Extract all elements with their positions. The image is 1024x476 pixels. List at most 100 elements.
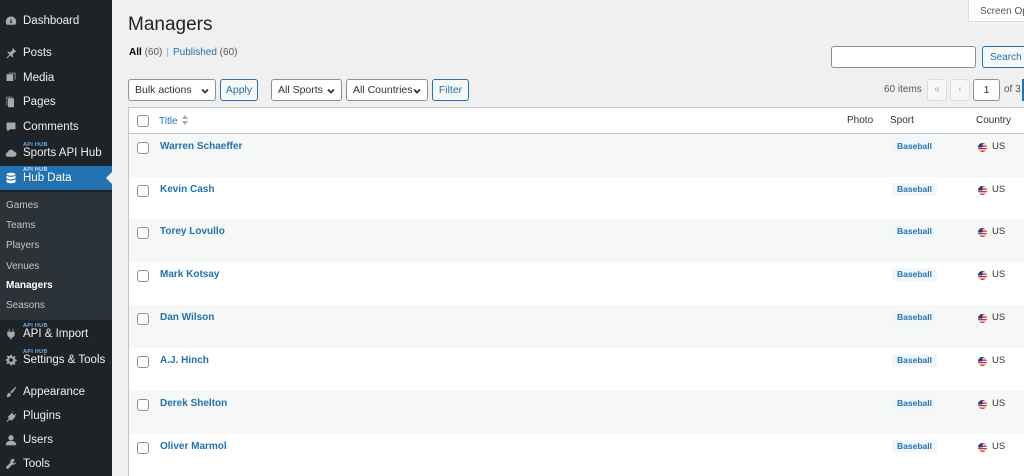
- submenu-item-managers[interactable]: Managers: [6, 280, 53, 291]
- select-all-checkbox[interactable]: [137, 115, 149, 127]
- menu-item-appearance[interactable]: Appearance: [0, 380, 112, 404]
- plug-icon: [5, 328, 17, 340]
- menu-item-users[interactable]: Users: [0, 428, 112, 452]
- sport-badge: Baseball: [892, 183, 937, 196]
- table-header: Title Photo Sport Country: [129, 108, 1024, 134]
- menu-label: Dashboard: [23, 15, 80, 27]
- search-input[interactable]: [831, 46, 976, 68]
- filter-all[interactable]: All (60): [129, 47, 162, 58]
- bulk-actions-value: Bulk actions: [135, 84, 192, 96]
- table-row: Derek Shelton Baseball US: [129, 391, 1024, 434]
- apply-button[interactable]: Apply: [220, 79, 258, 101]
- menu-item-dashboard[interactable]: Dashboard: [0, 9, 112, 33]
- screen-options-button[interactable]: Screen Op: [968, 0, 1024, 22]
- menu-label: Media: [23, 72, 55, 84]
- us-flag-icon: [978, 357, 987, 366]
- us-flag-icon: [978, 443, 987, 452]
- country-code: US: [992, 398, 1006, 409]
- us-flag-icon: [978, 314, 987, 323]
- table-row: Torey Lovullo Baseball US: [129, 219, 1024, 262]
- table-row: Oliver Marmol Baseball US: [129, 434, 1024, 476]
- table-row: Mark Kotsay Baseball US: [129, 262, 1024, 305]
- row-title-link[interactable]: A.J. Hinch: [160, 355, 209, 366]
- country-code: US: [992, 269, 1006, 280]
- row-checkbox[interactable]: [137, 142, 149, 154]
- dashboard-icon: [5, 15, 17, 27]
- row-checkbox[interactable]: [137, 270, 149, 282]
- menu-label: Tools: [23, 458, 50, 470]
- menu-item-settings-tools[interactable]: API HUB Settings & Tools: [0, 348, 112, 372]
- menu-label: Sports API Hub: [23, 147, 102, 159]
- submenu-item-players[interactable]: Players: [6, 240, 39, 251]
- menu-item-hub-data[interactable]: API HUB Hub Data: [0, 166, 112, 190]
- us-flag-icon: [978, 143, 987, 152]
- submenu-item-games[interactable]: Games: [6, 200, 38, 211]
- menu-item-plugins[interactable]: Plugins: [0, 404, 112, 428]
- menu-item-sports-api-hub[interactable]: API HUB Sports API Hub: [0, 141, 112, 165]
- menu-item-media[interactable]: Media: [0, 66, 112, 90]
- search-button[interactable]: Search M: [982, 46, 1024, 68]
- sort-icon: [181, 115, 189, 125]
- first-page-button: «: [927, 79, 947, 101]
- us-flag-icon: [978, 228, 987, 237]
- api-hub-tag: API HUB: [23, 349, 48, 355]
- sport-badge: Baseball: [892, 397, 937, 410]
- menu-item-tools[interactable]: Tools: [0, 452, 112, 476]
- admin-sidebar: Dashboard Posts Media Pages Comments API…: [0, 0, 112, 476]
- menu-item-comments[interactable]: Comments: [0, 115, 112, 139]
- table-row: Dan Wilson Baseball US: [129, 305, 1024, 348]
- comments-icon: [5, 121, 17, 133]
- row-title-link[interactable]: Torey Lovullo: [160, 226, 225, 237]
- gear-icon: [5, 354, 17, 366]
- menu-label: Posts: [23, 47, 52, 59]
- country-code: US: [992, 226, 1006, 237]
- menu-item-api-import[interactable]: API HUB API & Import: [0, 322, 112, 346]
- filter-published-count: (60): [219, 47, 238, 58]
- filter-published[interactable]: Published (60): [173, 47, 238, 58]
- filter-all-count: (60): [144, 47, 163, 58]
- menu-label: Users: [23, 434, 54, 446]
- submenu-item-teams[interactable]: Teams: [6, 220, 35, 231]
- submenu-item-venues[interactable]: Venues: [6, 261, 39, 272]
- filter-button[interactable]: Filter: [432, 79, 469, 101]
- row-checkbox[interactable]: [137, 313, 149, 325]
- country-code: US: [992, 355, 1006, 366]
- row-checkbox[interactable]: [137, 442, 149, 454]
- row-title-link[interactable]: Derek Shelton: [160, 398, 227, 409]
- table-row: A.J. Hinch Baseball US: [129, 348, 1024, 391]
- submenu-item-seasons[interactable]: Seasons: [6, 300, 45, 311]
- chevron-down-icon: [412, 86, 422, 96]
- row-title-link[interactable]: Kevin Cash: [160, 184, 214, 195]
- menu-item-posts[interactable]: Posts: [0, 41, 112, 65]
- filter-separator: |: [166, 47, 169, 58]
- sport-badge: Baseball: [892, 268, 937, 281]
- users-icon: [5, 434, 17, 446]
- us-flag-icon: [978, 400, 987, 409]
- row-checkbox[interactable]: [137, 356, 149, 368]
- media-icon: [5, 72, 17, 84]
- api-hub-tag: API HUB: [23, 167, 48, 173]
- row-checkbox[interactable]: [137, 227, 149, 239]
- sport-badge: Baseball: [892, 140, 937, 153]
- sports-filter-select[interactable]: All Sports: [271, 79, 342, 101]
- column-sport: Sport: [890, 115, 914, 126]
- column-title[interactable]: Title: [159, 115, 189, 127]
- wrench-icon: [5, 458, 17, 470]
- pages-icon: [5, 96, 17, 108]
- row-title-link[interactable]: Dan Wilson: [160, 312, 214, 323]
- hub-data-submenu: Games Teams Players Venues Managers Seas…: [0, 192, 112, 320]
- bulk-actions-select[interactable]: Bulk actions: [128, 79, 216, 101]
- row-checkbox[interactable]: [137, 399, 149, 411]
- main-content: Screen Op Managers All (60) | Published (6…: [112, 0, 1024, 476]
- row-title-link[interactable]: Mark Kotsay: [160, 269, 219, 280]
- countries-filter-select[interactable]: All Countries: [346, 79, 428, 101]
- row-title-link[interactable]: Warren Schaeffer: [160, 141, 242, 152]
- country-code: US: [992, 441, 1006, 452]
- current-page-input[interactable]: 1: [973, 79, 1000, 101]
- api-hub-tag: API HUB: [23, 323, 48, 329]
- menu-label: Pages: [23, 96, 56, 108]
- row-checkbox[interactable]: [137, 185, 149, 197]
- country-code: US: [992, 141, 1006, 152]
- menu-item-pages[interactable]: Pages: [0, 90, 112, 114]
- row-title-link[interactable]: Oliver Marmol: [160, 441, 227, 452]
